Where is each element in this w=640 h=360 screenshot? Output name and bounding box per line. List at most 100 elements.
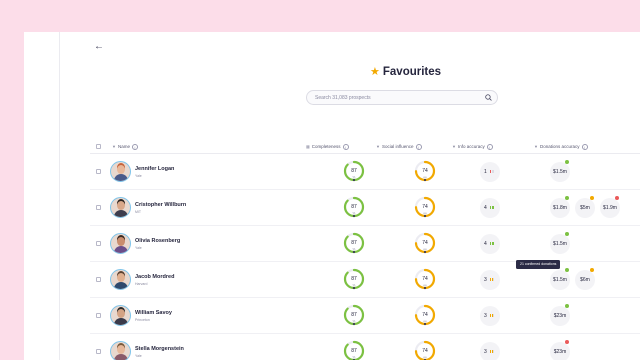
info-icon[interactable]: i (342, 144, 349, 150)
prospect-organization: Yale (135, 246, 142, 250)
completeness-gauge: 87% (343, 268, 365, 290)
completeness-value: 87 (351, 312, 357, 318)
prospect-name[interactable]: Stella Morgenstein (135, 346, 184, 352)
completeness-value: 87 (351, 168, 357, 174)
donation-badge[interactable]: $1.5m (550, 268, 570, 290)
status-dot (565, 232, 569, 236)
row-checkbox[interactable] (96, 169, 101, 174)
avatar[interactable] (110, 341, 131, 360)
sort-icon: ▼ (376, 144, 380, 149)
column-header-social-influence[interactable]: ▼ Social influence i (376, 143, 422, 151)
prospect-name[interactable]: William Savoy (135, 310, 172, 316)
completeness-value: 87 (351, 204, 357, 210)
status-dot (590, 196, 594, 200)
row-checkbox[interactable] (96, 205, 101, 210)
star-icon: ★ (370, 65, 380, 78)
social-influence-value: 74 (422, 204, 428, 210)
column-header-info-accuracy[interactable]: ▼ Info accuracy i (452, 143, 493, 151)
info-accuracy-badge[interactable]: 4 (480, 234, 500, 254)
column-header-completeness[interactable]: ▦ Completeness i (306, 143, 349, 151)
info-icon[interactable]: i (131, 144, 138, 150)
social-influence-unit: oo (423, 283, 427, 287)
search-input[interactable] (315, 93, 475, 103)
donation-badge[interactable]: $23m (550, 340, 570, 360)
info-icon[interactable]: i (415, 144, 422, 150)
info-accuracy-value: 4 (484, 241, 487, 247)
donation-badge[interactable]: $1.8m (550, 196, 570, 218)
table-row[interactable]: Stella Morgenstein Yale 87% 74 oo 3 $23m (90, 334, 640, 360)
search-bar[interactable] (306, 90, 498, 105)
info-icon[interactable]: i (581, 144, 588, 150)
donation-value: $23m (553, 349, 567, 355)
page-title-text: Favourites (382, 66, 442, 78)
avatar[interactable] (110, 233, 131, 254)
avatar[interactable] (110, 269, 131, 290)
completeness-value: 87 (351, 276, 357, 282)
donation-value: $1.5m (553, 169, 567, 175)
donation-value: $1.5m (553, 241, 567, 247)
app-window: ← ★ Favourites ▼ Name i ▦ Completeness i… (24, 32, 640, 360)
info-accuracy-value: 3 (484, 277, 487, 283)
social-influence-gauge: 74 oo (414, 232, 436, 254)
donation-badge[interactable]: $23m (550, 304, 570, 326)
social-influence-unit: oo (423, 319, 427, 323)
row-checkbox[interactable] (96, 277, 101, 282)
sort-icon: ▼ (112, 144, 116, 149)
info-accuracy-badge[interactable]: 3 (480, 270, 500, 290)
table-row[interactable]: William Savoy Princeton 87% 74 oo 3 $23m (90, 298, 640, 334)
completeness-gauge: 87% (343, 196, 365, 218)
grid-icon: ▦ (306, 144, 310, 149)
completeness-gauge: 87% (343, 340, 365, 360)
status-dot (565, 304, 569, 308)
social-influence-value: 74 (422, 168, 428, 174)
completeness-percent-sign: % (352, 355, 356, 359)
status-dot (590, 268, 594, 272)
social-influence-unit: oo (423, 355, 427, 359)
info-accuracy-badge[interactable]: 3 (480, 306, 500, 326)
donation-badge[interactable]: $1.9m (600, 196, 620, 218)
signal-bars-icon (490, 314, 494, 317)
avatar[interactable] (110, 305, 131, 326)
info-accuracy-value: 1 (484, 169, 487, 175)
completeness-gauge: 87% (343, 304, 365, 326)
signal-bars-icon (490, 206, 494, 209)
info-icon[interactable]: i (486, 144, 493, 150)
sort-icon: ▼ (534, 144, 538, 149)
signal-bars-icon (490, 278, 494, 281)
donation-badge[interactable]: $1.5m (550, 232, 570, 254)
table-row[interactable]: Olivia Rosenberg Yale 87% 74 oo 4 $1.5m (90, 226, 640, 262)
donation-badge[interactable]: $6m (575, 268, 595, 290)
table-row[interactable]: Jennifer Logan Yale 87% 74 oo 1 $1.5m (90, 154, 640, 190)
column-header-donations-accuracy[interactable]: ▼ Donations accuracy i (534, 143, 588, 151)
sidebar (24, 32, 60, 360)
search-icon[interactable] (485, 94, 492, 101)
row-checkbox[interactable] (96, 241, 101, 246)
donation-value: $1.5m (553, 277, 567, 283)
completeness-percent-sign: % (352, 247, 356, 251)
donation-value: $1.9m (603, 205, 617, 211)
select-all-checkbox[interactable] (96, 144, 101, 149)
prospect-name[interactable]: Cristopher Willburn (135, 202, 186, 208)
info-accuracy-badge[interactable]: 4 (480, 198, 500, 218)
completeness-gauge: 87% (343, 232, 365, 254)
prospect-organization: MIT (135, 210, 142, 214)
avatar[interactable] (110, 197, 131, 218)
social-influence-gauge: 74 oo (414, 268, 436, 290)
row-checkbox[interactable] (96, 313, 101, 318)
row-checkbox[interactable] (96, 349, 101, 354)
info-accuracy-badge[interactable]: 3 (480, 342, 500, 360)
back-arrow-icon[interactable]: ← (94, 42, 108, 52)
completeness-value: 87 (351, 240, 357, 246)
status-dot (565, 160, 569, 164)
table-row[interactable]: Cristopher Willburn MIT 87% 74 oo 4 $1.8m $5m $1… (90, 190, 640, 226)
social-influence-value: 74 (422, 348, 428, 354)
avatar[interactable] (110, 161, 131, 182)
info-accuracy-badge[interactable]: 1 (480, 162, 500, 182)
prospect-name[interactable]: Jennifer Logan (135, 166, 174, 172)
signal-bars-icon (490, 350, 494, 353)
prospect-name[interactable]: Jacob Mordred (135, 274, 174, 280)
donation-badge[interactable]: $1.5m (550, 160, 570, 182)
column-header-name[interactable]: ▼ Name i (112, 143, 138, 151)
donation-badge[interactable]: $5m (575, 196, 595, 218)
prospect-name[interactable]: Olivia Rosenberg (135, 238, 180, 244)
